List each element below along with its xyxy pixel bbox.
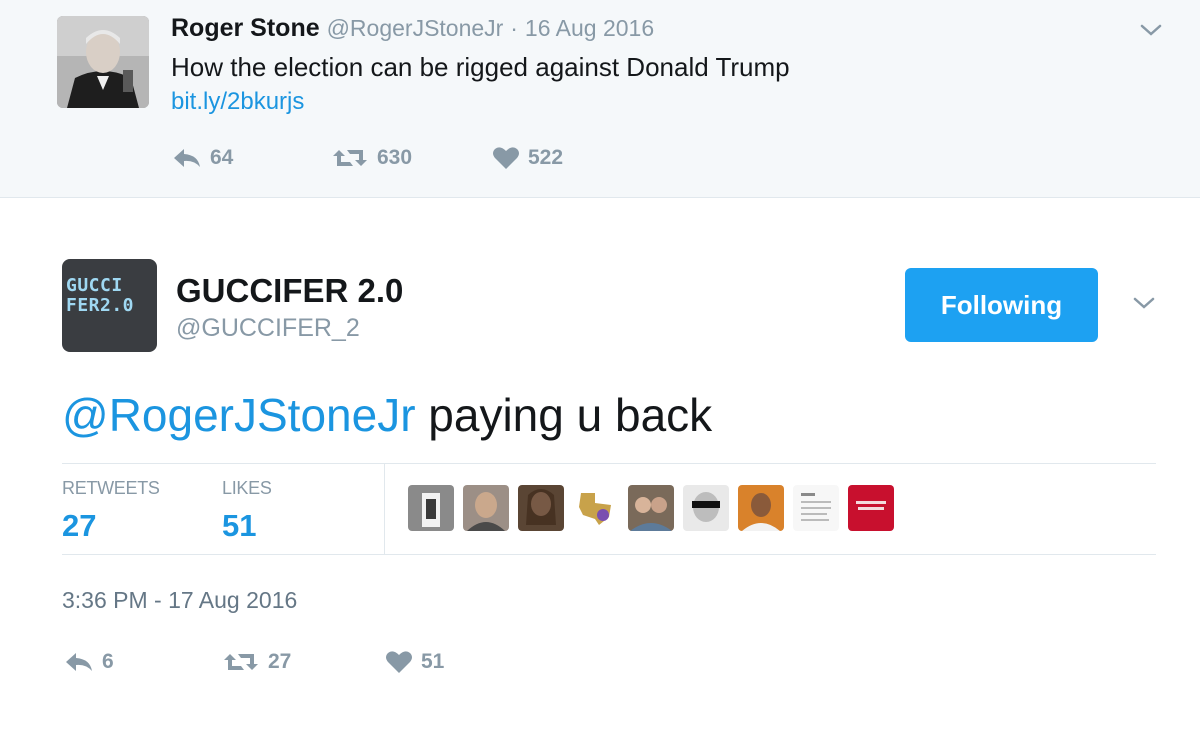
retweet-count: 27 [268, 650, 292, 673]
reply-count: 64 [210, 146, 234, 169]
tweet-date[interactable]: 16 Aug 2016 [525, 15, 654, 41]
tweet-timestamp[interactable]: 3:36 PM - 17 Aug 2016 [62, 587, 297, 614]
likes-value: 51 [222, 508, 257, 543]
like-button[interactable]: 522 [492, 146, 612, 170]
retweet-icon [333, 150, 367, 166]
retweets-stat[interactable]: RETWEETS 27 [62, 478, 160, 544]
likes-stat[interactable]: LIKES 51 [222, 478, 272, 544]
liker-avatar[interactable] [683, 485, 729, 531]
liker-avatar[interactable] [738, 485, 784, 531]
separator-dot: · [510, 15, 518, 41]
author-handle[interactable]: @RogerJStoneJr [327, 15, 504, 41]
retweet-button[interactable]: 630 [331, 146, 492, 170]
divider [62, 463, 1156, 464]
reply-icon [66, 653, 92, 671]
divider [384, 464, 385, 554]
avatar-text-line1: GUCCI [66, 275, 123, 296]
chevron-down-icon[interactable] [1139, 18, 1163, 42]
divider [62, 554, 1156, 555]
author-handle[interactable]: @GUCCIFER_2 [176, 314, 360, 343]
chevron-down-icon[interactable] [1132, 291, 1156, 315]
liker-avatar[interactable] [848, 485, 894, 531]
tweet-link[interactable]: bit.ly/2bkurjs [171, 88, 304, 116]
tweet-body: paying u back [415, 389, 713, 441]
liker-avatar[interactable] [793, 485, 839, 531]
roger-stone-avatar[interactable] [57, 16, 149, 108]
main-tweet-actions: 6 27 51 [64, 650, 505, 674]
liker-avatar[interactable] [408, 485, 454, 531]
following-button[interactable]: Following [905, 268, 1098, 342]
heart-icon [493, 147, 519, 169]
tweet-text: How the election can be rigged against D… [171, 52, 790, 82]
liker-avatars [408, 485, 903, 531]
reply-count: 6 [102, 650, 114, 673]
parent-tweet-actions: 64 630 522 [172, 146, 612, 170]
liker-avatar[interactable] [518, 485, 564, 531]
liker-avatar[interactable] [573, 485, 619, 531]
like-count: 51 [421, 650, 445, 673]
retweets-label: RETWEETS [62, 478, 160, 498]
parent-tweet-header: Roger Stone @RogerJStoneJr · 16 Aug 2016 [171, 14, 654, 43]
reply-button[interactable]: 6 [64, 650, 222, 674]
retweet-count: 630 [377, 146, 413, 169]
retweets-value: 27 [62, 508, 97, 543]
tweet-text: @RogerJStoneJr paying u back [62, 388, 712, 442]
avatar-text-line2: FER2.0 [66, 295, 135, 316]
guccifer-avatar[interactable]: GUCCI FER2.0 [62, 259, 157, 352]
retweet-button[interactable]: 27 [222, 650, 385, 674]
mention-link[interactable]: @RogerJStoneJr [62, 389, 416, 441]
likes-label: LIKES [222, 478, 272, 498]
liker-avatar[interactable] [463, 485, 509, 531]
author-name[interactable]: GUCCIFER 2.0 [176, 272, 403, 310]
like-button[interactable]: 51 [385, 650, 505, 674]
liker-avatar[interactable] [628, 485, 674, 531]
parent-tweet[interactable]: Roger Stone @RogerJStoneJr · 16 Aug 2016… [0, 0, 1200, 198]
retweet-icon [224, 654, 258, 670]
heart-icon [386, 651, 412, 673]
reply-icon [174, 149, 200, 167]
like-count: 522 [528, 146, 564, 169]
reply-button[interactable]: 64 [172, 146, 331, 170]
author-name[interactable]: Roger Stone [171, 14, 320, 42]
